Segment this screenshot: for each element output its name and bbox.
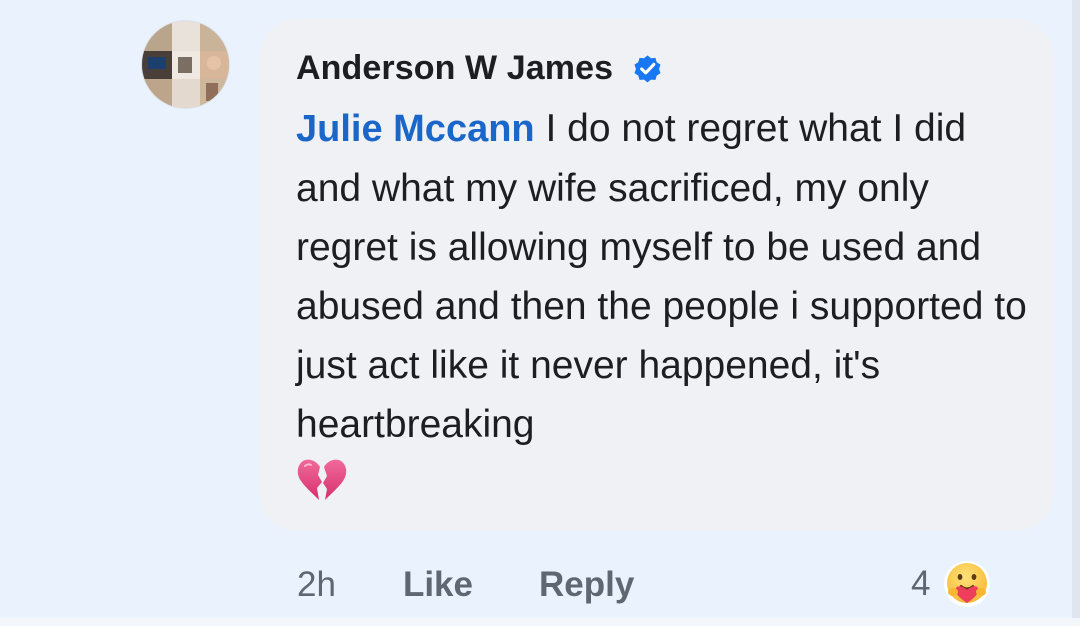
author-row: Anderson W James [296,49,664,88]
comment-bubble: Anderson W James Julie Mccann I do not r… [259,19,1054,531]
scrollbar-edge [1072,0,1080,626]
comment-body: Julie Mccann I do not regret what I did … [296,99,1036,504]
verified-badge-icon [634,55,661,83]
bottom-edge [0,618,1080,626]
author-name[interactable]: Anderson W James [296,49,613,88]
avatar-photo-collage [142,21,229,108]
reaction-summary[interactable]: 4 [911,556,992,612]
author-avatar[interactable] [142,21,229,108]
reaction-count: 4 [911,564,931,603]
comment-text: I do not regret what I did and what my w… [296,107,1027,446]
broken-heart-emoji [296,458,348,504]
care-reaction-icon [944,561,991,607]
like-button[interactable]: Like [403,565,473,605]
mentioned-user-link[interactable]: Julie Mccann [296,108,535,150]
comment-actions: 2h Like Reply [297,562,634,608]
comment-timestamp[interactable]: 2h [297,565,336,605]
reply-button[interactable]: Reply [539,565,634,605]
